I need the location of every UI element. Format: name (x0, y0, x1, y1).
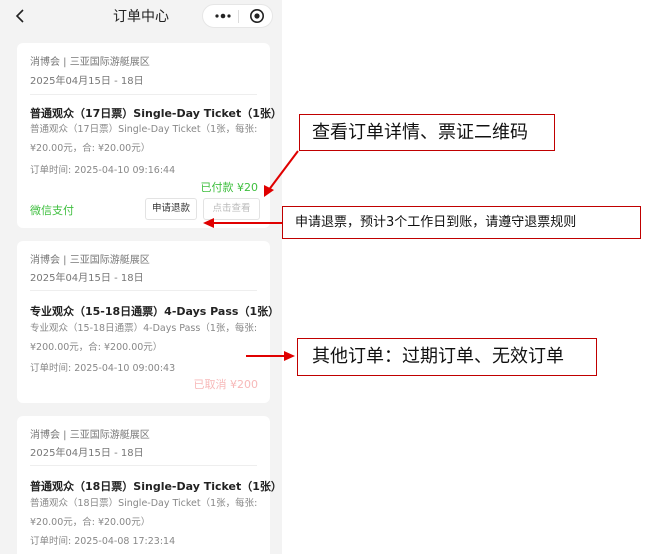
annotation-view-details: 查看订单详情、票证二维码 (299, 114, 555, 151)
status-badge: 已取消 ¥200 (193, 378, 259, 391)
divider (30, 465, 257, 466)
arrowhead-other (284, 351, 295, 361)
ticket-name: 普通观众（18日票）Single-Day Ticket（1张） (30, 480, 282, 493)
expo-venue: 消博会 | 三亚国际游艇展区 (30, 57, 150, 68)
ticket-name: 普通观众（17日票）Single-Day Ticket（1张） (30, 107, 282, 120)
event-dates: 2025年04月15日 - 18日 (30, 273, 144, 284)
order-card[interactable]: 消博会 | 三亚国际游艇展区 2025年04月15日 - 18日 普通观众（17… (17, 43, 282, 228)
status-badge: 已付款 ¥20 (200, 181, 259, 194)
order-card[interactable]: 消博会 | 三亚国际游艇展区 2025年04月15日 - 18日 专业观众（15… (17, 241, 279, 403)
divider (30, 290, 257, 291)
refund-button[interactable]: 申请退款 (145, 198, 197, 220)
payment-method: 微信支付 (30, 204, 74, 217)
expo-venue: 消博会 | 三亚国际游艇展区 (30, 255, 150, 266)
event-dates: 2025年04月15日 - 18日 (30, 76, 144, 87)
annotation-other-orders: 其他订单：过期订单、无效订单 (297, 338, 597, 376)
order-time: 订单时间: 2025-04-10 09:00:43 (30, 363, 176, 374)
more-dots-icon[interactable] (212, 9, 234, 23)
miniprogram-capsule (202, 4, 273, 28)
order-time: 订单时间: 2025-04-08 17:23:14 (30, 536, 176, 547)
event-dates: 2025年04月15日 - 18日 (30, 448, 144, 459)
close-target-icon[interactable] (249, 8, 265, 24)
ticket-detail: 普通观众（17日票）Single-Day Ticket（1张，每张:¥20.00… (30, 124, 258, 154)
annotation-refund-note: 申请退票，预计3个工作日到账，请遵守退票规则 (282, 206, 641, 239)
navigation-bar: 订单中心 (0, 0, 282, 32)
divider (30, 94, 257, 95)
ticket-detail: 普通观众（18日票）Single-Day Ticket（1张，每张:¥20.00… (30, 498, 258, 528)
order-card[interactable]: 消博会 | 三亚国际游艇展区 2025年04月15日 - 18日 普通观众（18… (17, 416, 282, 554)
view-order-button[interactable]: 点击查看 (203, 198, 260, 220)
ticket-name: 专业观众（15-18日通票）4-Days Pass（1张） (30, 305, 280, 318)
order-time: 订单时间: 2025-04-10 09:16:44 (30, 165, 176, 176)
ticket-detail: 专业观众（15-18日通票）4-Days Pass（1张，每张:¥200.00元… (30, 323, 258, 353)
expo-venue: 消博会 | 三亚国际游艇展区 (30, 430, 150, 441)
capsule-divider (238, 10, 239, 23)
phone-screen: 订单中心 消博会 | 三亚国际游艇展区 2025年04月15日 - 18日 普通… (0, 0, 282, 554)
